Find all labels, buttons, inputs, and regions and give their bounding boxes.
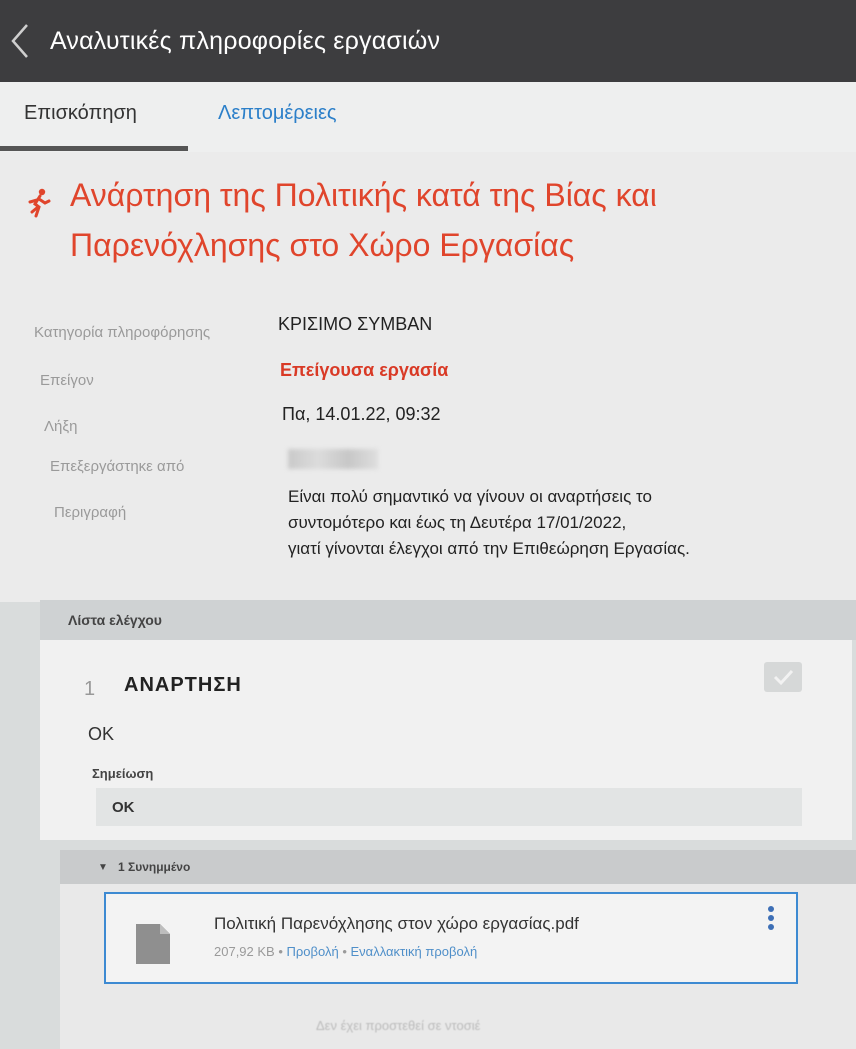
- view-link[interactable]: Προβολή: [287, 944, 339, 959]
- category-value: ΚΡΙΣΙΜΟ ΣΥΜΒΑΝ: [278, 314, 433, 334]
- category-label: Κατηγορία πληροφόρησης: [34, 324, 211, 341]
- due-value: Πα, 14.01.22, 09:32: [282, 404, 441, 424]
- description-line-2: συντομότερο και έως τη Δευτέρα 17/01/202…: [288, 513, 627, 532]
- running-person-icon: [26, 182, 58, 232]
- description-line-3: γιατί γίνονται έλεγχοι από την Επιθεώρησ…: [288, 539, 690, 558]
- separator-dot-2: •: [342, 944, 351, 959]
- checklist-header: Λίστα ελέγχου: [40, 600, 856, 640]
- description-value: Είναι πολύ σημαντικό να γίνουν οι αναρτή…: [288, 484, 808, 562]
- checklist-item-value: OK: [88, 724, 115, 744]
- folder-status-text: Δεν έχει προστεθεί σε ντοσιέ: [316, 1018, 481, 1033]
- task-title-line-1: Ανάρτηση της Πολιτικής κατά της Βίας και: [70, 177, 657, 213]
- note-field[interactable]: OK: [96, 788, 802, 826]
- active-tab-indicator: [0, 146, 188, 151]
- description-line-1: Είναι πολύ σημαντικό να γίνουν οι αναρτή…: [288, 487, 652, 506]
- more-options-icon[interactable]: [768, 906, 776, 933]
- back-arrow-icon[interactable]: [0, 0, 40, 82]
- task-title: Ανάρτηση της Πολιτικής κατά της Βίας και…: [26, 170, 826, 270]
- checklist-item-title: ΑΝΑΡΤΗΣΗ: [124, 674, 242, 696]
- processed-by-value-redacted: [288, 449, 378, 469]
- tab-overview[interactable]: Επισκόπηση: [24, 102, 137, 125]
- attachment-file-name[interactable]: Πολιτική Παρενόχλησης στον χώρο εργασίας…: [214, 914, 579, 934]
- checkbox-checked-icon[interactable]: [764, 662, 802, 692]
- checklist-item: 1 ΑΝΑΡΤΗΣΗ OK Σημείωση OK: [40, 640, 852, 840]
- alternative-view-link[interactable]: Εναλλακτική προβολή: [351, 944, 478, 959]
- due-label: Λήξη: [44, 418, 78, 435]
- checklist-item-number: 1: [84, 678, 96, 700]
- tab-details[interactable]: Λεπτομέρειες: [218, 102, 337, 125]
- task-title-line-2: Παρενόχλησης στο Χώρο Εργασίας: [70, 227, 575, 263]
- note-value: OK: [112, 798, 135, 816]
- tab-bar: Επισκόπηση Λεπτομέρειες: [0, 82, 856, 153]
- attachments-header[interactable]: ▼ 1 Συνημμένο: [60, 850, 856, 884]
- window-title: Αναλυτικές πληροφορίες εργασιών: [50, 26, 441, 55]
- urgency-value: Επείγουσα εργασία: [280, 360, 449, 380]
- urgency-label: Επείγον: [40, 372, 94, 389]
- attachment-item[interactable]: Πολιτική Παρενόχλησης στον χώρο εργασίας…: [104, 892, 798, 984]
- collapse-triangle-icon: ▼: [98, 861, 108, 873]
- attachments-count: 1 Συνημμένο: [118, 860, 191, 874]
- file-icon: [134, 922, 172, 971]
- title-bar: Αναλυτικές πληροφορίες εργασιών: [0, 0, 856, 82]
- processed-by-label: Επεξεργάστηκε από: [50, 458, 185, 475]
- description-label: Περιγραφή: [54, 504, 127, 521]
- attachment-meta: 207,92 KB • Προβολή • Εναλλακτική προβολ…: [214, 944, 477, 959]
- note-label: Σημείωση: [92, 766, 154, 781]
- attachment-file-size: 207,92 KB: [214, 944, 275, 959]
- separator-dot: •: [278, 944, 287, 959]
